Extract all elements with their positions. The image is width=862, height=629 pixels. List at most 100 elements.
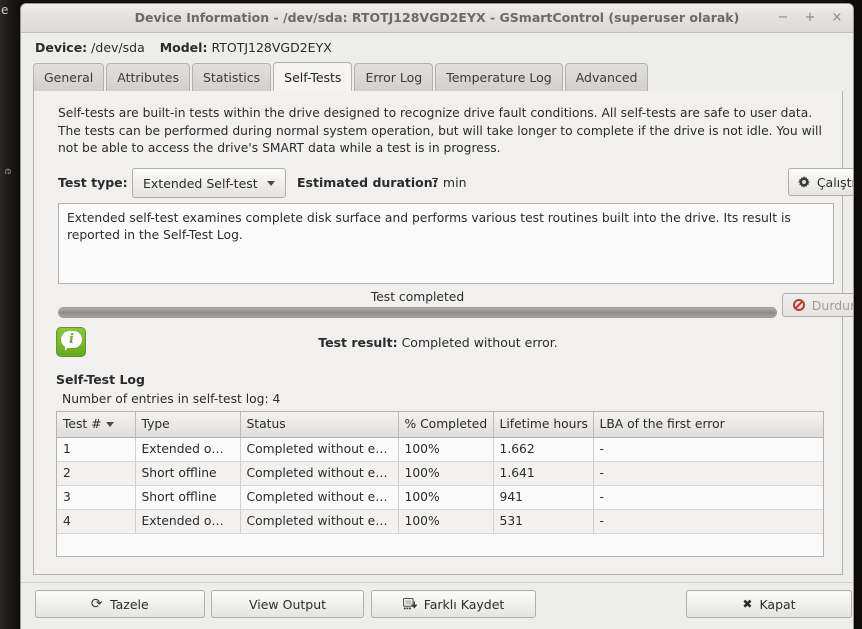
tab-label: Statistics: [203, 70, 260, 85]
test-type-row: Test type: Extended Self-test Estimated …: [58, 168, 834, 198]
close-button-label: Kapat: [759, 597, 795, 612]
stop-test-button-label: Durdur: [812, 298, 854, 313]
table-row[interactable]: 3Short offlineCompleted without error100…: [57, 485, 823, 509]
view-output-button[interactable]: View Output: [211, 590, 364, 618]
cell-test-status: Completed without error: [240, 509, 398, 533]
column-header-type[interactable]: Type: [135, 412, 240, 437]
cell-lifetime-hours: 941: [493, 485, 593, 509]
save-as-icon: [403, 598, 417, 611]
refresh-button-label: Tazele: [110, 597, 149, 612]
cell-test-type: Short offline: [135, 461, 240, 485]
device-label: Device:: [35, 40, 87, 55]
test-description-box: Extended self-test examines complete dis…: [58, 203, 834, 284]
test-result-line: Test result: Completed without error.: [34, 335, 842, 350]
close-x-icon: ✖: [742, 598, 752, 610]
tab-label: Advanced: [576, 70, 638, 85]
tab-attributes[interactable]: Attributes: [106, 63, 190, 91]
tab-label: Self-Tests: [284, 70, 341, 85]
cell-test-status: Completed without error: [240, 461, 398, 485]
device-information-window: Device Information - /dev/sda: RTOTJ128V…: [20, 3, 854, 629]
cell-lifetime-hours: 1.641: [493, 461, 593, 485]
progress-bar-fill: [59, 308, 776, 317]
bottom-action-bar: ⟲ Tazele View Output Farklı: [21, 582, 853, 629]
model-value: RTOTJ128VGD2EYX: [211, 40, 331, 55]
test-type-dropdown[interactable]: Extended Self-test: [132, 168, 286, 198]
tab-general[interactable]: General: [33, 63, 104, 91]
cell-percent-completed: 100%: [398, 437, 493, 461]
stop-test-button[interactable]: Durdur: [782, 293, 854, 317]
tab-error-log[interactable]: Error Log: [354, 63, 433, 91]
no-entry-icon: [793, 299, 805, 311]
column-header-lba-of-the-first-error[interactable]: LBA of the first error: [593, 412, 823, 437]
cell-lba-first-error: -: [593, 485, 823, 509]
column-header-label: LBA of the first error: [600, 417, 725, 431]
refresh-icon: ⟲: [91, 597, 103, 611]
window-title: Device Information - /dev/sda: RTOTJ128V…: [21, 4, 853, 32]
column-header-label: Type: [142, 417, 170, 431]
table-header-row: Test # Type Status % Completed Lifetime hour…: [57, 412, 823, 437]
column-header-label: % Completed: [405, 417, 488, 431]
cell-test-number: 3: [57, 485, 135, 509]
tab-temperature-log[interactable]: Temperature Log: [435, 63, 562, 91]
save-as-button[interactable]: Farklı Kaydet: [371, 590, 536, 618]
cell-percent-completed: 100%: [398, 509, 493, 533]
model-label: Model:: [160, 40, 208, 55]
window-controls: − + ×: [776, 4, 844, 32]
close-button[interactable]: ✖ Kapat: [686, 590, 852, 618]
minimize-icon[interactable]: −: [776, 11, 790, 25]
self-tests-intro-text: Self-tests are built-in tests within the…: [58, 105, 834, 158]
chevron-down-icon: [267, 181, 275, 186]
test-result-value: Completed without error.: [402, 335, 558, 350]
cell-test-type: Extended offline: [135, 509, 240, 533]
test-type-label: Test type:: [58, 175, 128, 190]
column-header-lifetime-hours[interactable]: Lifetime hours: [493, 412, 593, 437]
desktop-glyph: e: [1, 4, 8, 16]
self-test-log-table-container[interactable]: Test # Type Status % Completed Lifetime hour…: [56, 411, 824, 557]
cell-test-number: 2: [57, 461, 135, 485]
tab-advanced[interactable]: Advanced: [565, 63, 649, 91]
cell-test-number: 4: [57, 509, 135, 533]
tab-self-tests[interactable]: Self-Tests: [273, 62, 352, 92]
column-header-label: Status: [247, 417, 286, 431]
cell-test-number: 1: [57, 437, 135, 461]
device-value: /dev/sda: [91, 40, 145, 55]
column-header-completed[interactable]: % Completed: [398, 412, 493, 437]
tab-label: General: [44, 70, 93, 85]
tab-bar: General Attributes Statistics Self-Tests Err…: [33, 62, 843, 92]
run-test-button-label: Çalıştır: [817, 175, 854, 190]
table-body: 1Extended offlineCompleted without error…: [57, 437, 823, 533]
column-header-label: Test #: [63, 417, 101, 431]
window-titlebar[interactable]: Device Information - /dev/sda: RTOTJ128V…: [21, 4, 853, 33]
column-header-test[interactable]: Test #: [57, 412, 135, 437]
tab-statistics[interactable]: Statistics: [192, 63, 271, 91]
run-test-button[interactable]: Çalıştır: [788, 168, 854, 196]
self-test-log-title: Self-Test Log: [56, 372, 145, 387]
progress-bar: [58, 307, 777, 318]
gear-icon: [798, 176, 810, 188]
table-row[interactable]: 2Short offlineCompleted without error100…: [57, 461, 823, 485]
cell-lifetime-hours: 531: [493, 509, 593, 533]
table-row[interactable]: 1Extended offlineCompleted without error…: [57, 437, 823, 461]
cell-lba-first-error: -: [593, 509, 823, 533]
cell-test-status: Completed without error: [240, 437, 398, 461]
tab-label: Error Log: [365, 70, 422, 85]
estimated-duration-label: Estimated duration:: [297, 175, 438, 190]
table-row[interactable]: 4Extended offlineCompleted without error…: [57, 509, 823, 533]
test-result-label: Test result:: [318, 335, 397, 350]
desktop-background: e e Device Information - /dev/sda: RTOTJ…: [0, 0, 862, 629]
cell-lba-first-error: -: [593, 437, 823, 461]
progress-status-text: Test completed: [58, 289, 777, 305]
cell-percent-completed: 100%: [398, 485, 493, 509]
refresh-button[interactable]: ⟲ Tazele: [35, 590, 205, 618]
tab-label: Temperature Log: [446, 70, 551, 85]
column-header-status[interactable]: Status: [240, 412, 398, 437]
close-icon[interactable]: ×: [830, 11, 844, 25]
maximize-icon[interactable]: +: [803, 11, 817, 25]
cell-test-type: Extended offline: [135, 437, 240, 461]
cell-test-status: Completed without error: [240, 485, 398, 509]
cell-percent-completed: 100%: [398, 461, 493, 485]
test-progress-area: Test completed: [58, 289, 777, 317]
view-output-button-label: View Output: [249, 597, 326, 612]
self-test-log-table: Test # Type Status % Completed Lifetime hour…: [57, 412, 823, 534]
self-tests-page: Self-tests are built-in tests within the…: [33, 91, 843, 575]
